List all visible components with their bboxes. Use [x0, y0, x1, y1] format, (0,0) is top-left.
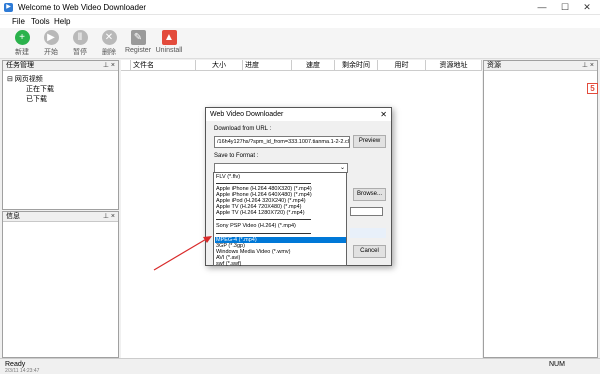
pause-button[interactable]: Ⅱ 暂停 [65, 30, 95, 58]
format-option[interactable]: FLV (*.flv) [215, 174, 346, 180]
window-title: Welcome to Web Video Downloader [18, 3, 147, 12]
app-icon: ▶ [4, 3, 13, 12]
option-separator [216, 183, 311, 184]
uninstall-button[interactable]: ▲ Uninstall [154, 30, 184, 58]
new-button[interactable]: + 新建 [7, 30, 37, 58]
browse-button[interactable]: Browse... [353, 188, 386, 201]
download-grid-header: 文件名 大小 进度 速度 剩余时间 用时 资源地址 [121, 60, 482, 71]
html5-icon: 5 [587, 83, 598, 94]
dialog-close-icon[interactable]: ✕ [380, 108, 387, 121]
col-elapsed[interactable]: 用时 [378, 60, 426, 71]
task-panel: 任务管理 ⊥ × ⊟ 网页视频 正在下载 已下载 [2, 60, 119, 210]
play-icon: ▶ [43, 30, 59, 45]
pause-label: 暂停 [73, 49, 87, 56]
toolbar: + 新建 ▶ 开始 Ⅱ 暂停 ✕ 删除 ✎ Register ▲ Uninsta… [0, 28, 600, 59]
info-panel: 信息 ⊥ × [2, 211, 119, 358]
col-remaining[interactable]: 剩余时间 [335, 60, 378, 71]
option-separator [216, 219, 311, 220]
status-text: Ready [5, 361, 26, 368]
col-filename[interactable]: 文件名 [131, 60, 196, 71]
task-panel-title: 任务管理 [6, 62, 34, 69]
option-area [350, 228, 386, 238]
annotation-arrow [153, 236, 212, 271]
cancel-button[interactable]: Cancel [353, 245, 386, 258]
add-icon: + [14, 30, 30, 45]
tree-item-downloaded[interactable]: 已下载 [26, 94, 47, 104]
url-label: Download from URL : [214, 126, 272, 132]
col-url[interactable]: 资源地址 [426, 60, 482, 71]
close-button[interactable]: ✕ [580, 2, 594, 13]
preview-button[interactable]: Preview [353, 135, 386, 148]
dialog-title-bar: Web Video Downloader ✕ [206, 108, 391, 121]
tree-item-downloading[interactable]: 正在下载 [26, 84, 54, 94]
minimize-button[interactable]: — [535, 2, 549, 13]
register-button[interactable]: ✎ Register [122, 30, 154, 58]
format-option[interactable]: Apple TV (H.264 1280X720) (*.mp4) [215, 210, 346, 216]
start-label: 开始 [44, 49, 58, 56]
url-input[interactable]: /16h4y127hs/?spm_id_from=333.1007.tianma… [214, 136, 350, 148]
menu-bar: File Tools Help [0, 15, 600, 28]
format-option[interactable]: swf (*.swf) [215, 261, 346, 267]
resource-panel: 资源 ⊥ × 5 [483, 60, 598, 358]
pause-icon: Ⅱ [72, 30, 88, 45]
register-icon: ✎ [130, 30, 146, 45]
menu-tools[interactable]: Tools [31, 17, 50, 26]
register-label: Register [124, 47, 152, 54]
dialog-title: Web Video Downloader [210, 111, 284, 118]
col-speed[interactable]: 速度 [292, 60, 335, 71]
pin-icon[interactable]: ⊥ × [582, 61, 594, 71]
resource-panel-header: 资源 ⊥ × [484, 61, 597, 71]
start-button[interactable]: ▶ 开始 [36, 30, 66, 58]
format-option[interactable]: Sony PSP Video (H.264) (*.mp4) [215, 223, 346, 229]
pin-icon[interactable]: ⊥ × [103, 61, 115, 71]
delete-button[interactable]: ✕ 删除 [94, 30, 124, 58]
timestamp-text: 2/3/11 14:23:47 [5, 368, 40, 374]
status-bar: Ready NUM 2/3/11 14:23:47 [0, 358, 600, 374]
resource-panel-title: 资源 [487, 62, 501, 69]
collapse-icon[interactable]: ⊟ [7, 76, 15, 83]
tree-root-label: 网页视频 [14, 76, 43, 83]
menu-file[interactable]: File [12, 17, 25, 26]
task-panel-header: 任务管理 ⊥ × [3, 61, 118, 71]
menu-help[interactable]: Help [54, 17, 70, 26]
grid-corner [121, 60, 131, 71]
col-progress[interactable]: 进度 [243, 60, 292, 71]
uninstall-label: Uninstall [155, 47, 183, 54]
info-panel-header: 信息 ⊥ × [3, 212, 118, 222]
path-input[interactable] [350, 207, 383, 216]
format-label: Save to Format : [214, 153, 259, 159]
delete-label: 删除 [102, 49, 116, 56]
uninstall-icon: ▲ [161, 30, 177, 45]
option-separator [216, 233, 311, 234]
title-bar: ▶ Welcome to Web Video Downloader — ☐ ✕ [0, 0, 600, 15]
maximize-button[interactable]: ☐ [558, 2, 572, 13]
pin-icon[interactable]: ⊥ × [103, 212, 115, 222]
num-lock-indicator: NUM [549, 361, 565, 368]
info-panel-title: 信息 [6, 213, 20, 220]
new-label: 新建 [15, 49, 29, 56]
tree-root-web-video[interactable]: ⊟ 网页视频 [7, 74, 43, 84]
format-dropdown-list: FLV (*.flv) Apple iPhone (H.264 480X320)… [213, 172, 347, 267]
col-size[interactable]: 大小 [196, 60, 243, 71]
delete-icon: ✕ [101, 30, 117, 45]
